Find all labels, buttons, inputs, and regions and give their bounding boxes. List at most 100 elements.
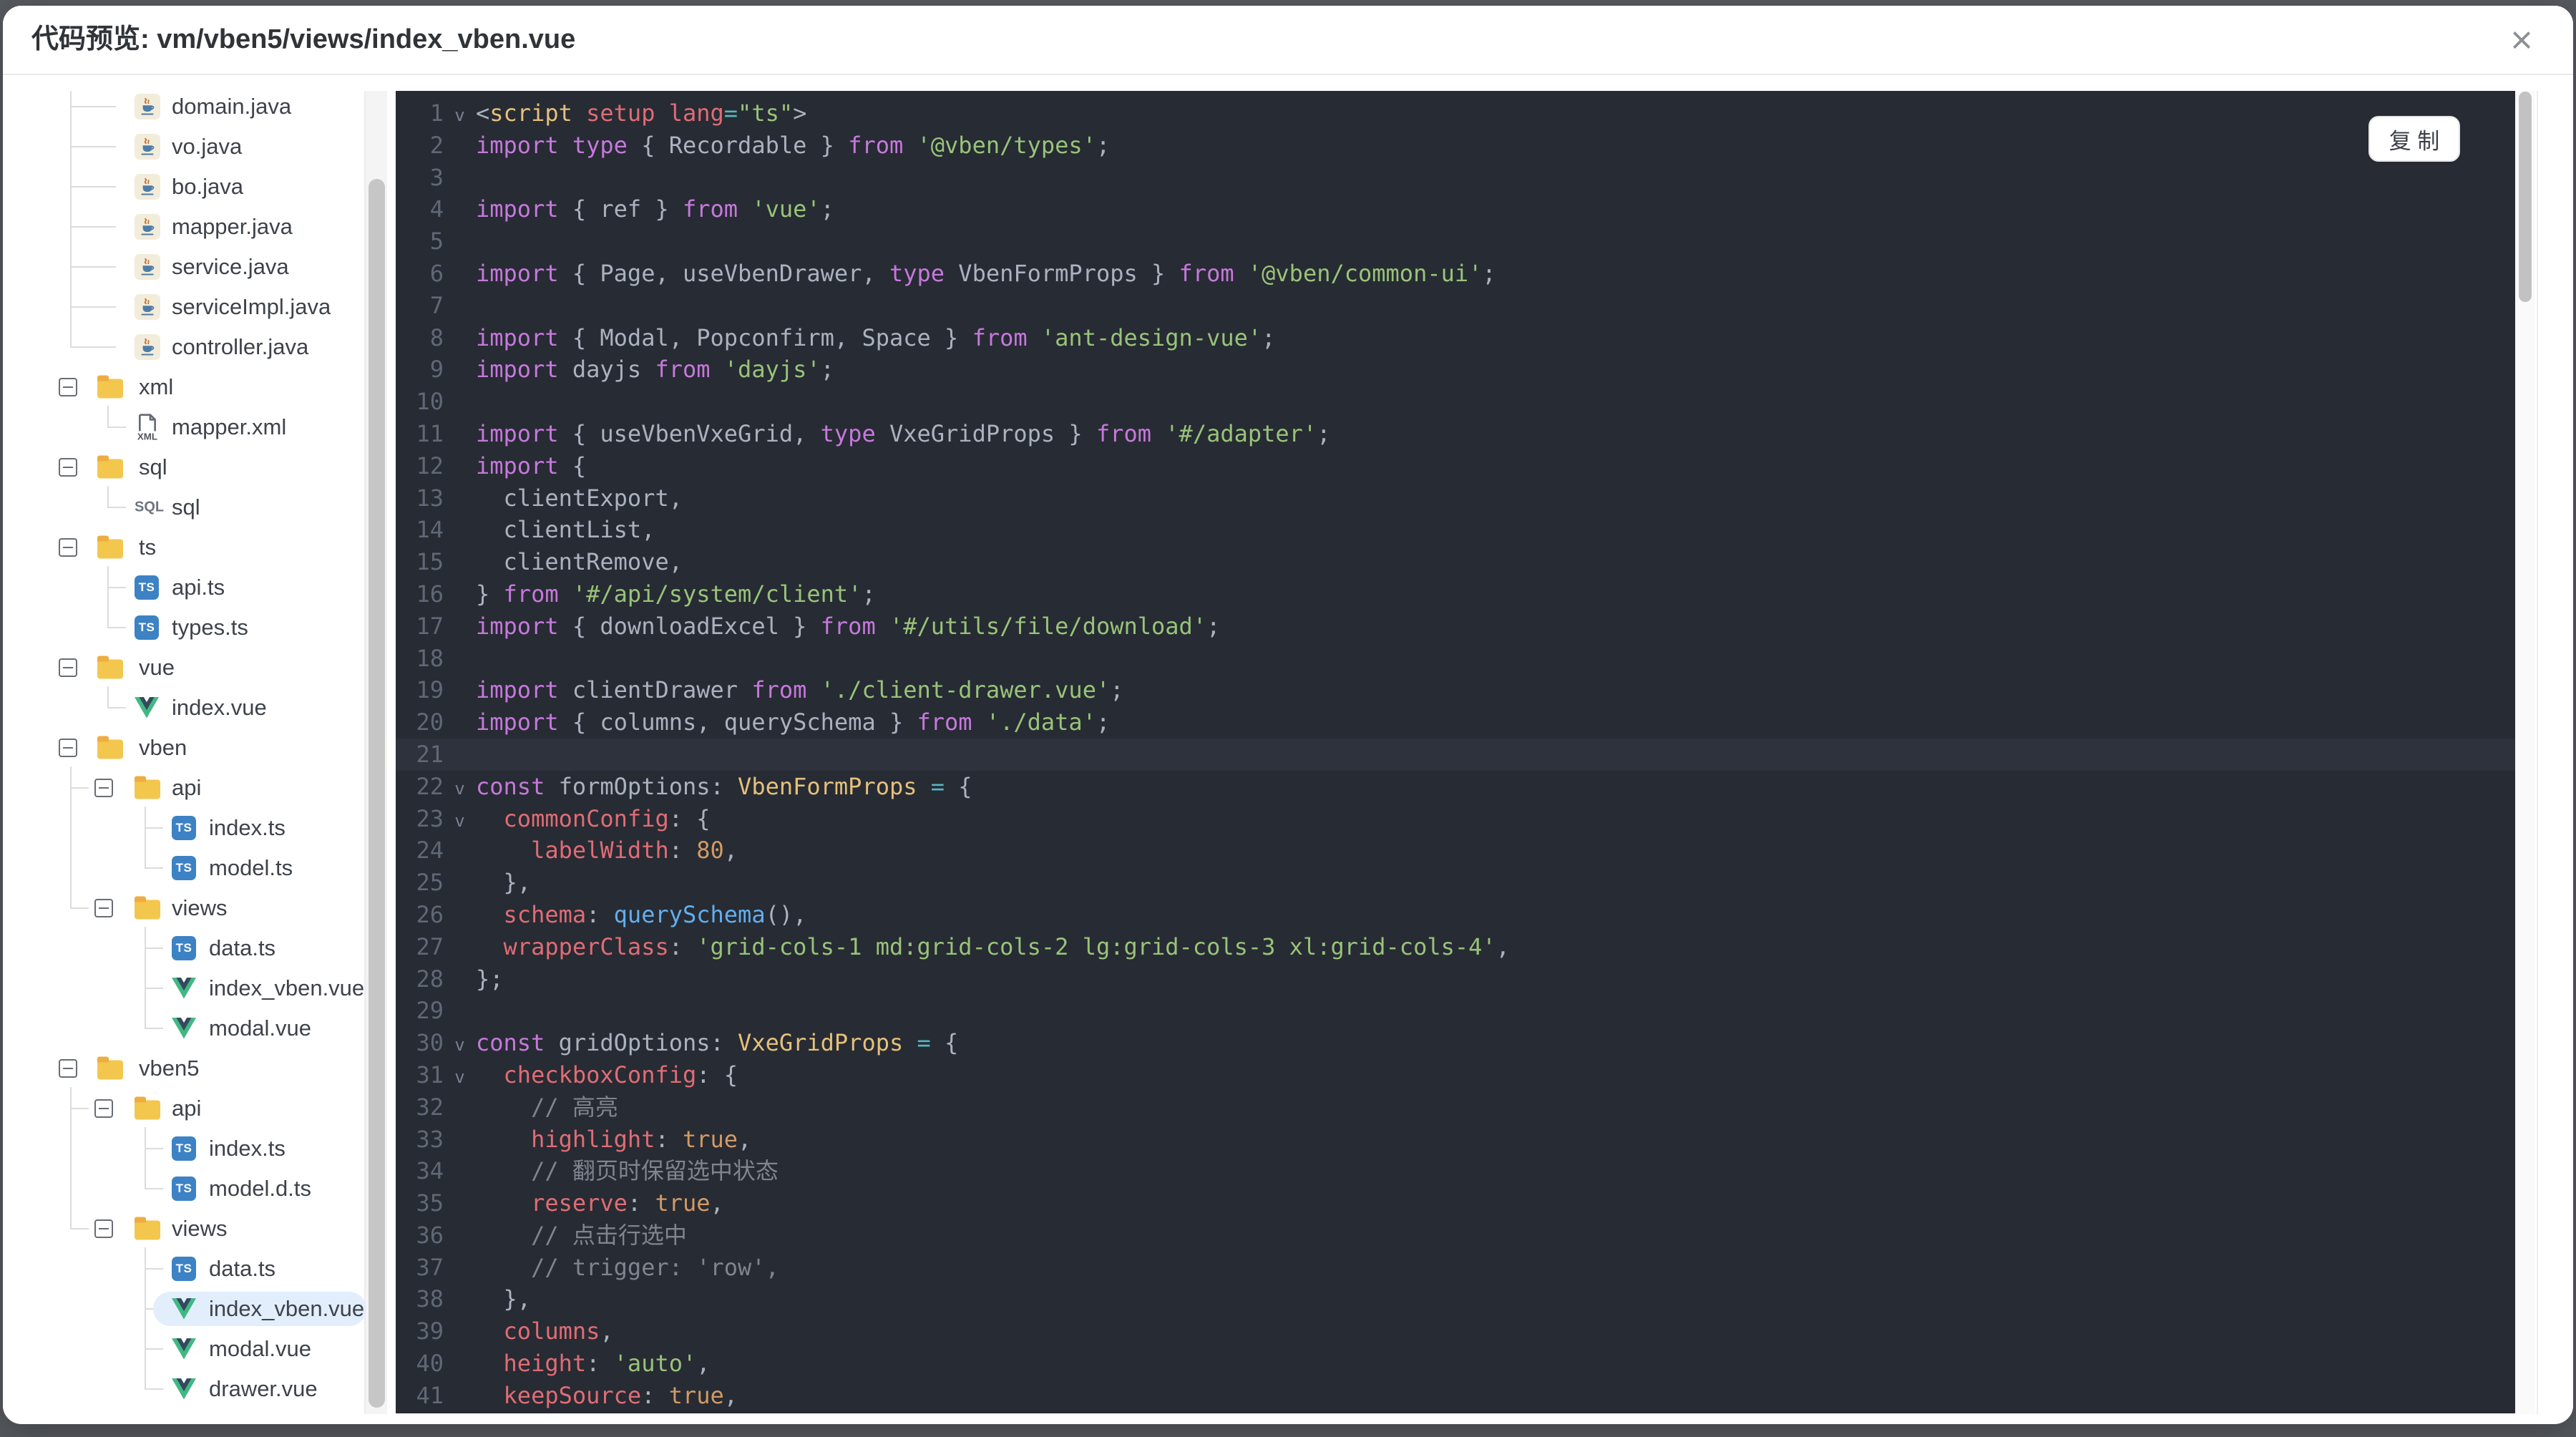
tree-item-index-vue[interactable]: index.vue [3,688,364,728]
tree-item-label: mapper.java [172,214,293,239]
ts-file-icon: TS [172,856,196,880]
tree-item-label: index.ts [209,815,286,840]
fold-chevron-icon[interactable]: v [444,99,476,132]
tree-item-index-ts[interactable]: TS index.ts [3,808,364,848]
line-number: 13 [416,484,444,512]
tree-item-label: vo.java [172,134,243,159]
code-text: <script setup lang="ts"> [476,99,807,127]
vue-file-icon [172,1018,196,1039]
code-text: // 高亮 [531,1093,618,1121]
tree-item-vben5[interactable]: vben5 [3,1048,364,1088]
code-scrollbar-thumb[interactable] [2519,92,2532,302]
tree-item-model-d-ts[interactable]: TS model.d.ts [3,1169,364,1209]
code-line: 6 import { Page, useVbenDrawer, type Vben… [396,258,2515,290]
code-line: 14 clientList, [396,514,2515,546]
tree-item-label: vben [139,735,187,760]
folder-icon [97,375,123,399]
tree-stub-line [70,266,116,268]
code-text: import type { Recordable } from '@vben/t… [476,131,1111,159]
collapse-toggle-icon[interactable] [94,779,113,797]
tree-item-modal-vue[interactable]: modal.vue [3,1008,364,1048]
tree-item-modal-vue[interactable]: modal.vue [3,1329,364,1369]
code-preview-dialog: 代码预览: vm/vben5/views/index_vben.vue × do… [3,6,2573,1424]
tree-item-vben[interactable]: vben [3,728,364,768]
code-line: 4 import { ref } from 'vue'; [396,193,2515,225]
line-number: 35 [416,1189,444,1217]
fold-chevron-icon[interactable]: v [444,805,476,837]
line-number: 31 [416,1061,444,1088]
line-number: 41 [416,1381,444,1409]
tree-item-index-vben-vue[interactable]: index_vben.vue [3,1289,366,1329]
collapse-toggle-icon[interactable] [94,899,113,917]
tree-item-ts[interactable]: ts [3,527,364,568]
tree-item-drawer-vue[interactable]: drawer.vue [3,1369,364,1409]
line-number: 20 [416,708,444,736]
tree-item-xml[interactable]: xml [3,367,364,407]
copy-button[interactable]: 复 制 [2368,116,2460,162]
code-text: clientRemove, [476,548,683,576]
tree-item-vue[interactable]: vue [3,648,364,688]
line-number: 19 [416,676,444,704]
line-number: 11 [416,419,444,447]
tree-item-sql[interactable]: sql [3,447,364,487]
tree-item-mapper-xml[interactable]: XML mapper.xml [3,407,364,447]
code-text: height: 'auto', [503,1350,711,1378]
tree-item-index-ts[interactable]: TS index.ts [3,1129,364,1169]
sql-file-icon: SQL [135,499,165,515]
tree-item-label: views [172,895,228,920]
tree-item-types-ts[interactable]: TS types.ts [3,608,364,648]
tree-item-bo-java[interactable]: bo.java [3,167,364,207]
tree-item-domain-java[interactable]: domain.java [3,91,364,127]
tree-item-data-ts[interactable]: TS data.ts [3,928,364,968]
code-text: clientList, [476,516,655,544]
code-text: const formOptions: VbenFormProps = { [476,772,972,800]
collapse-toggle-icon[interactable] [59,1059,77,1078]
tree-item-model-ts[interactable]: TS model.ts [3,848,364,888]
tree-item-label: api [172,775,202,800]
folder-icon [97,736,123,759]
tree-item-sql[interactable]: SQL sql [3,487,364,527]
close-icon[interactable]: × [2492,10,2552,70]
tree-item-label: xml [139,374,174,399]
tree-item-serviceimpl-java[interactable]: serviceImpl.java [3,287,364,327]
tree-item-vo-java[interactable]: vo.java [3,127,364,167]
tree-item-label: controller.java [172,334,309,359]
fold-chevron-icon[interactable]: v [444,1029,476,1061]
line-number: 5 [429,228,444,255]
tree-item-views[interactable]: views [3,1209,364,1249]
tree-stub-line [145,1268,163,1270]
folder-icon [135,896,160,920]
tree-item-service-java[interactable]: service.java [3,247,364,287]
tree-item-controller-java[interactable]: controller.java [3,327,364,367]
tree-item-api[interactable]: api [3,1088,364,1129]
collapse-toggle-icon[interactable] [94,1219,113,1238]
collapse-toggle-icon[interactable] [59,658,77,677]
ts-file-icon: TS [172,816,196,840]
tree-item-data-ts[interactable]: TS data.ts [3,1249,364,1289]
collapse-toggle-icon[interactable] [94,1099,113,1118]
vue-file-icon [172,1298,196,1320]
tree-stub-line [107,587,126,588]
line-number: 39 [416,1317,444,1345]
code-line: 33 highlight: true, [396,1124,2515,1156]
line-number: 36 [416,1221,444,1249]
tree-item-mapper-java[interactable]: mapper.java [3,207,364,247]
tree-stub-line [145,867,163,869]
folder-icon [97,455,123,479]
vue-file-icon [135,697,159,718]
tree-item-api[interactable]: api [3,768,364,808]
tree-scrollbar-thumb[interactable] [369,179,385,1408]
fold-chevron-icon[interactable]: v [444,773,476,805]
line-number: 24 [416,837,444,864]
tree-item-api-ts[interactable]: TS api.ts [3,568,364,608]
collapse-toggle-icon[interactable] [59,378,77,396]
ts-file-icon: TS [135,615,159,640]
fold-chevron-icon[interactable]: v [444,1061,476,1093]
tree-item-views[interactable]: views [3,888,364,928]
collapse-toggle-icon[interactable] [59,538,77,557]
line-number: 38 [416,1285,444,1313]
collapse-toggle-icon[interactable] [59,458,77,477]
tree-item-index-vben-vue[interactable]: index_vben.vue [3,968,364,1008]
line-number: 27 [416,932,444,960]
collapse-toggle-icon[interactable] [59,739,77,757]
